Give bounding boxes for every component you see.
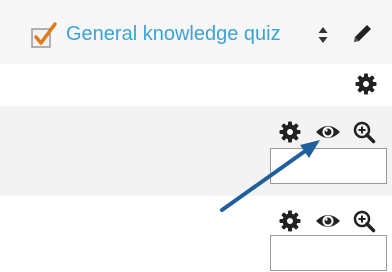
pointer-arrow-annotation [220, 140, 320, 212]
zoom-in-icon[interactable] [352, 120, 376, 144]
question-input[interactable] [270, 235, 387, 271]
quiz-checkbox-icon [31, 22, 57, 48]
gear-icon[interactable] [354, 72, 378, 96]
quiz-title-link[interactable]: General knowledge quiz [66, 20, 281, 48]
sort-icon[interactable] [318, 26, 328, 44]
zoom-in-icon[interactable] [352, 209, 376, 233]
edit-icon[interactable] [350, 22, 374, 46]
settings-band [0, 64, 392, 106]
